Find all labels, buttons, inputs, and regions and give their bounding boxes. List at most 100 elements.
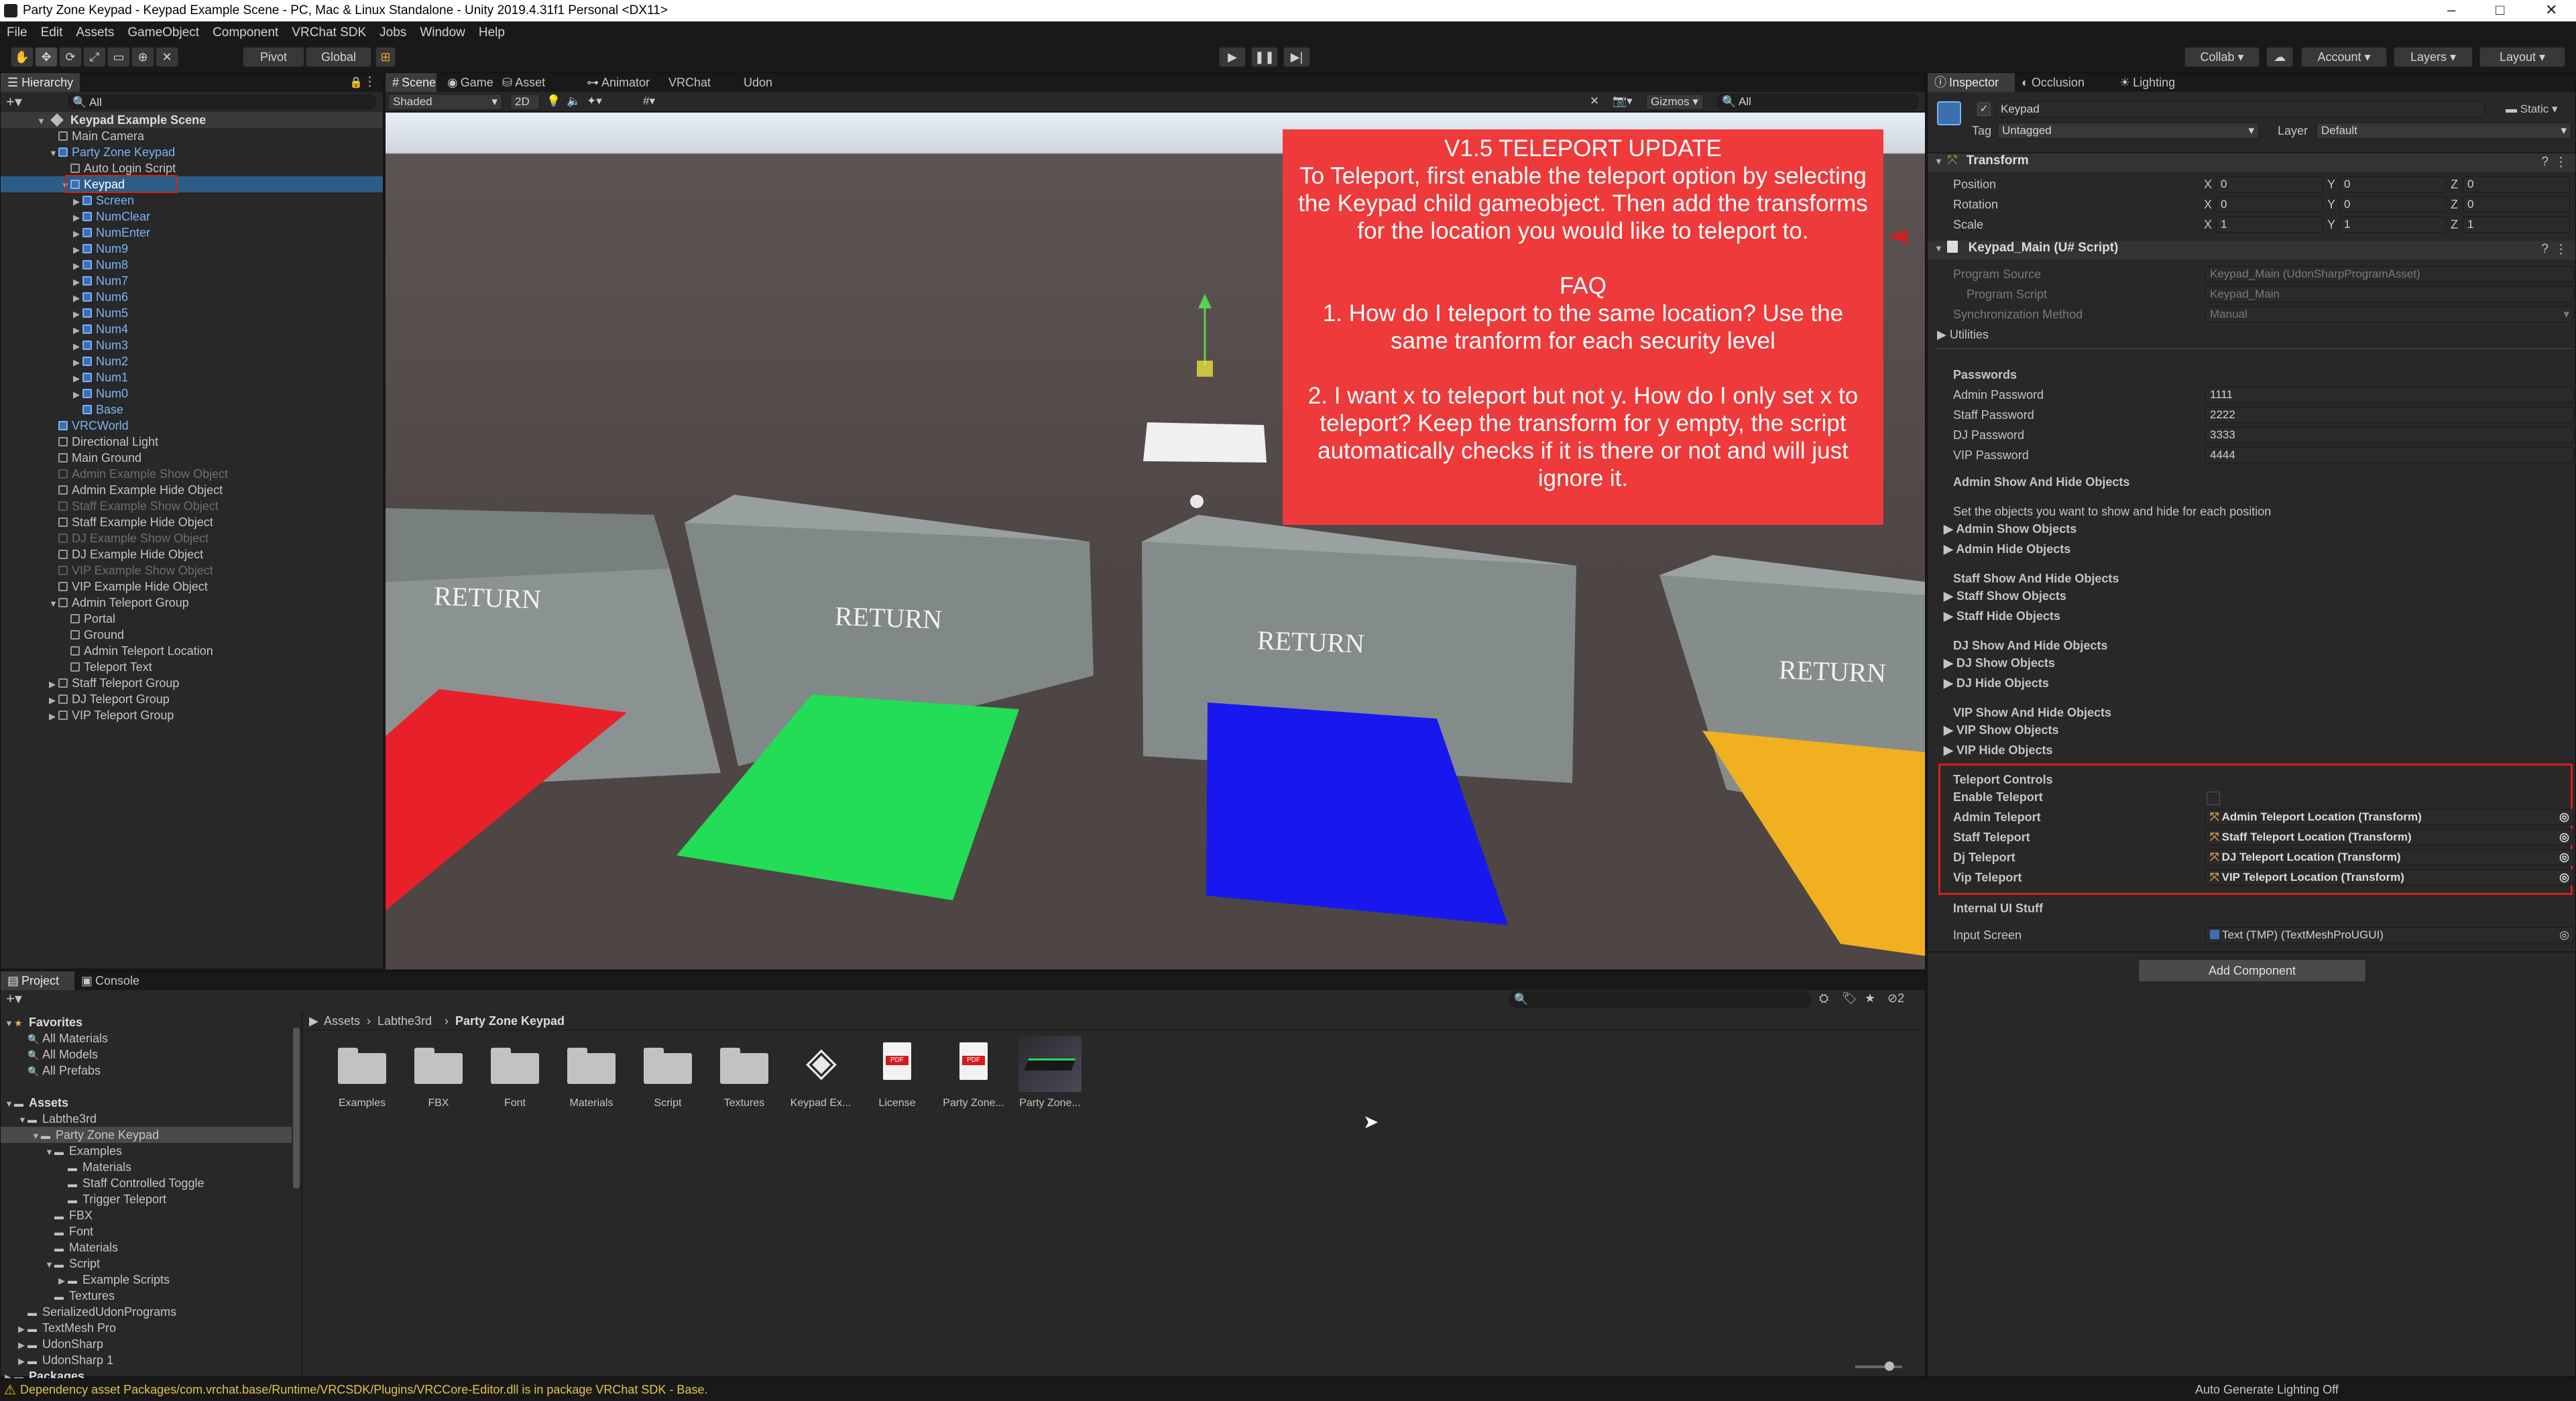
tree-scrollbar[interactable] xyxy=(293,1028,300,1189)
hierarchy-item[interactable]: Admin Example Show Object xyxy=(1,466,383,482)
component-help-icon[interactable]: ? xyxy=(2541,155,2549,170)
hierarchy-item[interactable]: ▶ Num6 xyxy=(1,289,383,305)
transform-rotation-x-field[interactable]: 0 xyxy=(2216,196,2323,212)
expand-arrow-icon[interactable]: ▶ xyxy=(49,692,58,709)
expand-arrow-icon[interactable]: ▶ xyxy=(73,210,82,226)
transform-scale-z-field[interactable]: 1 xyxy=(2463,217,2570,233)
teleport-transform-field[interactable]: ⤧ DJ Teleport Location (Transform) ◎ xyxy=(2205,849,2574,865)
project-tree-item[interactable]: ▬ Textures xyxy=(1,1288,292,1304)
asset-tile[interactable]: Script xyxy=(631,1036,705,1109)
active-checkbox[interactable]: ✓ xyxy=(1977,103,1991,116)
layer-dropdown[interactable]: Default ▾ xyxy=(2317,123,2571,139)
expand-arrow-icon[interactable]: ▶ xyxy=(58,1273,68,1289)
tab-vrchat-sdk[interactable]: VRChat SDK xyxy=(662,73,733,108)
gizmos-dropdown[interactable]: Gizmos ▾ xyxy=(1646,94,1704,110)
expand-arrow-icon[interactable]: ▼ xyxy=(37,113,46,129)
asset-tile[interactable]: Materials xyxy=(554,1036,628,1109)
close-button[interactable]: ✕ xyxy=(2545,1,2557,19)
project-tree-item[interactable]: ▬ Staff Controlled Toggle xyxy=(1,1175,292,1191)
project-tree-item[interactable]: ▶ ▬ UdonSharp 1 xyxy=(1,1352,292,1368)
expand-arrow-icon[interactable]: ▶ xyxy=(73,339,82,355)
object-picker-icon[interactable]: ◎ xyxy=(2559,830,2569,845)
expand-arrow-icon[interactable]: ▼ xyxy=(5,1016,14,1032)
project-tree-item[interactable]: ▼▬ Party Zone Keypad xyxy=(1,1127,292,1143)
transform-position-y-field[interactable]: 0 xyxy=(2339,176,2447,192)
tab-console[interactable]: ▣ Console xyxy=(74,971,152,990)
audio-toggle-icon[interactable]: 🔈 xyxy=(567,95,581,108)
asset-tile[interactable]: Font xyxy=(478,1036,552,1109)
expand-arrow-icon[interactable]: ▶ xyxy=(73,274,82,290)
breadcrumb-labthe3rd[interactable]: Labthe3rd xyxy=(377,1014,432,1028)
pause-button[interactable]: ❚❚ xyxy=(1251,47,1278,67)
staff-hide-foldout[interactable]: ▶ Staff Hide Objects xyxy=(1944,609,2060,623)
step-button[interactable]: ▶| xyxy=(1283,47,1310,67)
hierarchy-item[interactable]: Teleport Text xyxy=(1,659,383,675)
transform-position-z-field[interactable]: 0 xyxy=(2463,176,2570,192)
tab-animator[interactable]: ⊶ Animator xyxy=(580,73,658,92)
hierarchy-item[interactable]: ▶ Num5 xyxy=(1,305,383,321)
enable-teleport-checkbox[interactable] xyxy=(2207,792,2220,805)
scene-viewport[interactable]: RETURN RETURN RETURN RETURN V1.5 TELEPOR… xyxy=(386,113,1925,969)
object-picker-icon[interactable]: ◎ xyxy=(2559,928,2569,942)
menu-item-help[interactable]: Help xyxy=(472,21,512,40)
shading-dropdown[interactable]: Shaded ▾ xyxy=(388,94,502,110)
password-field[interactable]: 2222 xyxy=(2205,407,2574,423)
expand-arrow-icon[interactable]: ▼ xyxy=(32,1128,41,1144)
project-tree-item[interactable]: 🔍 All Materials xyxy=(1,1030,292,1046)
project-tree-item[interactable]: ▼▬ Labthe3rd xyxy=(1,1111,292,1127)
project-create-button[interactable]: +▾ xyxy=(6,990,22,1008)
project-tree-item[interactable]: 🔍 All Models xyxy=(1,1046,292,1062)
hierarchy-item[interactable]: ▶ Num7 xyxy=(1,273,383,289)
hierarchy-search-input[interactable]: 🔍 All xyxy=(68,95,376,109)
hierarchy-item[interactable]: ▶ NumEnter xyxy=(1,225,383,241)
orientation-gizmo-icon[interactable] xyxy=(1887,230,1908,243)
menu-item-assets[interactable]: Assets xyxy=(69,21,121,40)
project-tree-item[interactable]: ▬ Font xyxy=(1,1223,292,1239)
hierarchy-item[interactable]: ▶ Num3 xyxy=(1,337,383,353)
cloud-icon[interactable]: ☁ xyxy=(2266,47,2293,67)
object-name-field[interactable]: Keypad xyxy=(1996,101,2485,117)
hierarchy-item[interactable]: DJ Example Show Object xyxy=(1,530,383,546)
asset-tile[interactable]: PDF Party Zone... xyxy=(937,1036,1010,1109)
zoom-slider-handle[interactable] xyxy=(1885,1361,1894,1371)
layers-dropdown[interactable]: Layers ▾ xyxy=(2394,47,2473,67)
custom-tool-icon[interactable]: ✕ xyxy=(156,47,178,67)
expand-arrow-icon[interactable]: ▶ xyxy=(49,709,58,725)
expand-arrow-icon[interactable]: ▶ xyxy=(73,371,82,387)
password-field[interactable]: 4444 xyxy=(2205,447,2574,463)
transform-position-x-field[interactable]: 0 xyxy=(2216,176,2323,192)
hidden-packages-icon[interactable]: ⊘2 xyxy=(1887,991,1904,1006)
grid-toggle-icon[interactable]: #▾ xyxy=(643,95,655,108)
hierarchy-item[interactable]: ▶ Num9 xyxy=(1,241,383,257)
asset-tile[interactable]: PDF License xyxy=(860,1036,934,1109)
menu-item-gameobject[interactable]: GameObject xyxy=(121,21,206,40)
hierarchy-item[interactable]: Staff Example Show Object xyxy=(1,498,383,514)
hierarchy-item[interactable]: Admin Example Hide Object xyxy=(1,482,383,498)
expand-arrow-icon[interactable]: ▼ xyxy=(45,1257,54,1273)
transform-rotation-z-field[interactable]: 0 xyxy=(2463,196,2570,212)
hierarchy-item[interactable]: Portal xyxy=(1,611,383,627)
scene-search-input[interactable]: 🔍 All xyxy=(1717,94,1918,110)
tab-hierarchy[interactable]: ☰ Hierarchy xyxy=(1,73,80,92)
teleport-transform-field[interactable]: ⤧ Admin Teleport Location (Transform) ◎ xyxy=(2205,809,2574,825)
project-tree-item[interactable]: ▬ FBX xyxy=(1,1207,292,1223)
tab-lighting[interactable]: ☀ Lighting xyxy=(2113,73,2197,92)
expand-arrow-icon[interactable]: ▶ xyxy=(18,1337,27,1353)
lighting-toggle-icon[interactable]: 💡 xyxy=(546,95,561,108)
transform-header[interactable]: ▼ ⤧ Transform ? ⋮ xyxy=(1928,154,2575,172)
hierarchy-item[interactable]: ▼ Keypad xyxy=(1,175,383,193)
hierarchy-item[interactable]: ▶ NumClear xyxy=(1,208,383,225)
expand-arrow-icon[interactable]: ▶ xyxy=(73,387,82,403)
project-tree-item[interactable]: ▼▬ Script xyxy=(1,1256,292,1272)
hierarchy-item[interactable]: ▶ Num0 xyxy=(1,385,383,402)
auto-lighting-status[interactable]: Auto Generate Lighting Off xyxy=(2195,1383,2339,1397)
project-tree-item[interactable]: ▶ ▬ UdonSharp xyxy=(1,1336,292,1352)
breadcrumb-assets[interactable]: Assets xyxy=(324,1014,360,1028)
search-by-type-icon[interactable]: ⛭ xyxy=(1819,991,1828,1006)
password-field[interactable]: 3333 xyxy=(2205,427,2574,443)
asset-tile[interactable]: Examples xyxy=(325,1036,399,1109)
menu-item-window[interactable]: Window xyxy=(413,21,472,40)
tab-project[interactable]: ▤ Project xyxy=(1,971,74,990)
menu-item-edit[interactable]: Edit xyxy=(34,21,70,40)
project-tree-item[interactable]: ▶ ▬ TextMesh Pro xyxy=(1,1320,292,1336)
